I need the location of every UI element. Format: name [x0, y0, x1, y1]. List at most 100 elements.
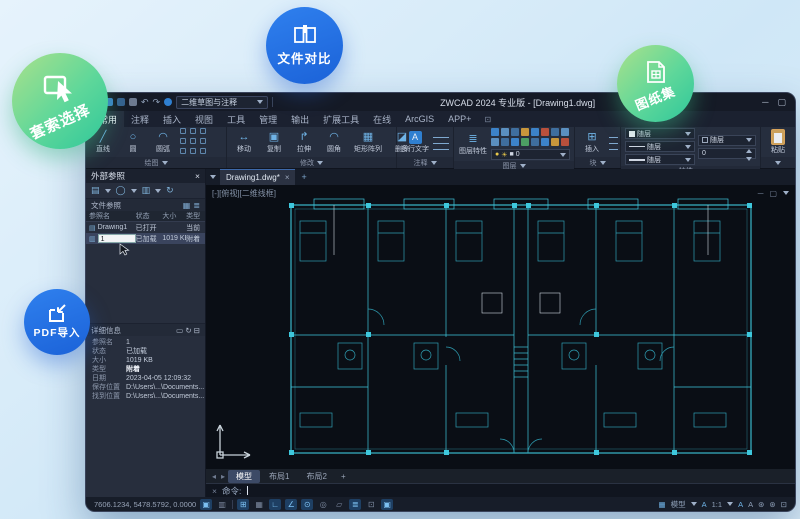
col-size[interactable]: 大小: [162, 211, 186, 221]
tab-layout1[interactable]: 布局1: [261, 470, 297, 483]
command-line[interactable]: × 命令:: [206, 483, 795, 497]
close-icon[interactable]: ×: [212, 486, 217, 496]
chevron-down-icon[interactable]: [155, 188, 162, 196]
minimize-button[interactable]: ─: [762, 97, 768, 108]
feature-badge-sheet-set[interactable]: 图纸集: [617, 45, 694, 122]
circle-button[interactable]: ○ 圆: [120, 131, 146, 154]
spinner-up-icon[interactable]: [746, 145, 752, 153]
drawing-canvas[interactable]: [-][俯视][二维线框] ─ ▢: [206, 185, 795, 469]
snap-toggle[interactable]: ⊞: [237, 498, 250, 510]
paper-space-icon[interactable]: ▥: [216, 499, 228, 510]
block-tools[interactable]: [609, 134, 618, 150]
draw-group-label[interactable]: 绘图: [86, 157, 226, 168]
details-refresh-icon[interactable]: ↻: [185, 326, 191, 335]
open-icon[interactable]: [117, 98, 125, 106]
selectioncycling-toggle[interactable]: ▣: [381, 498, 394, 510]
ortho-toggle[interactable]: ∟: [269, 498, 282, 510]
array-button[interactable]: ▦ 矩形阵列: [351, 131, 385, 154]
copy-button[interactable]: ▣ 复制: [261, 131, 287, 154]
tab-express-tools[interactable]: 扩展工具: [316, 111, 366, 127]
arc-button[interactable]: ◠ 圆弧: [150, 131, 176, 154]
stretch-button[interactable]: ↱ 拉伸: [291, 131, 317, 154]
tab-app-plus[interactable]: APP+: [441, 111, 478, 127]
chevron-down-icon[interactable]: [690, 502, 697, 509]
feature-badge-pdf-import[interactable]: PDF导入: [24, 289, 90, 355]
attach-pdf-icon[interactable]: ▥: [142, 185, 151, 196]
mtext-button[interactable]: A 多行文字: [401, 130, 429, 154]
chevron-down-icon[interactable]: [783, 191, 789, 198]
tab-manage[interactable]: 管理: [252, 111, 284, 127]
tab-output[interactable]: 输出: [284, 111, 316, 127]
close-icon[interactable]: ×: [285, 173, 290, 182]
feature-badge-file-compare[interactable]: 文件对比: [266, 7, 343, 84]
layer-tools[interactable]: [491, 128, 570, 147]
refresh-icon[interactable]: ↻: [166, 185, 174, 196]
xref-row-drawing1[interactable]: ▤ Drawing1 已打开 当前: [86, 222, 205, 233]
color-dropdown[interactable]: 随层: [625, 128, 695, 139]
viewport-controls[interactable]: [-][俯视][二维线框]: [212, 188, 276, 199]
tab-tools[interactable]: 工具: [220, 111, 252, 127]
fillet-button[interactable]: ◠ 圆角: [321, 131, 347, 154]
vp-restore-icon[interactable]: ▢: [769, 189, 777, 198]
redo-icon[interactable]: ↷: [153, 98, 161, 107]
insert-block-button[interactable]: ⊞ 插入: [579, 131, 605, 154]
tab-insert[interactable]: 插入: [156, 111, 188, 127]
cloud-icon[interactable]: [164, 98, 173, 106]
col-reference-name[interactable]: 参照名: [86, 211, 136, 221]
feature-badge-lasso[interactable]: 套索选择: [12, 53, 108, 149]
transparency-value-spinner[interactable]: 0: [698, 145, 756, 161]
ribbon-options-icon[interactable]: ⊡: [478, 111, 497, 127]
draw-more-tools[interactable]: [180, 128, 208, 156]
details-collapse-icon[interactable]: ⊟: [194, 326, 200, 335]
annotate-group-label[interactable]: 注释: [397, 157, 453, 168]
attach-image-icon[interactable]: ◯: [116, 185, 126, 196]
autoscale-icon[interactable]: A: [748, 500, 753, 509]
block-group-label[interactable]: 块: [575, 157, 620, 168]
file-tab-drawing1[interactable]: Drawing1.dwg* ×: [220, 169, 296, 185]
tree-view-icon[interactable]: ≣: [193, 201, 200, 210]
annotation-visibility-icon[interactable]: A: [738, 500, 743, 509]
print-icon[interactable]: [129, 98, 137, 106]
chevron-down-icon[interactable]: [727, 502, 734, 509]
tab-annotate[interactable]: 注释: [124, 111, 156, 127]
new-tab-icon[interactable]: +: [297, 169, 310, 185]
workspace-gear-icon[interactable]: ⊛: [758, 500, 764, 509]
settings-gear-icon[interactable]: ⊛: [769, 500, 775, 509]
move-button[interactable]: ↔ 移动: [231, 131, 257, 154]
otrack-toggle[interactable]: ◎: [317, 499, 329, 510]
vp-minimize-icon[interactable]: ─: [758, 189, 764, 198]
spinner-down-icon[interactable]: [746, 156, 752, 164]
annotation-scale-value[interactable]: 1:1: [712, 500, 722, 509]
layer-properties-button[interactable]: ≣ 图层特性: [458, 133, 488, 156]
linetype-dropdown[interactable]: 随层: [625, 141, 695, 152]
layout-nav-left-icon[interactable]: ◂: [210, 472, 218, 481]
grid-toggle[interactable]: ▦: [253, 499, 265, 510]
attach-dwg-icon[interactable]: ▤: [91, 185, 100, 196]
polar-toggle[interactable]: ∠: [285, 498, 298, 510]
xref-name-edit-field[interactable]: 1: [97, 234, 136, 243]
details-minimize-icon[interactable]: ▭: [176, 326, 183, 335]
new-layout-icon[interactable]: +: [336, 472, 351, 481]
chevron-down-icon[interactable]: [130, 188, 137, 196]
fullscreen-icon[interactable]: ⊡: [781, 500, 787, 509]
maximize-button[interactable]: ▢: [777, 97, 786, 108]
layer-dropdown[interactable]: ● ☀ ■ 0: [491, 149, 570, 160]
model-space-icon[interactable]: ▣: [200, 498, 213, 510]
workspace-dropdown[interactable]: 二维草图与注释: [176, 95, 269, 109]
paste-button[interactable]: 粘贴: [765, 129, 791, 155]
col-type[interactable]: 类型: [186, 211, 205, 221]
tab-arcgis[interactable]: ArcGIS: [398, 111, 441, 127]
dimension-tools[interactable]: [433, 134, 449, 150]
tab-layout2[interactable]: 布局2: [298, 470, 334, 483]
col-status[interactable]: 状态: [136, 211, 163, 221]
tab-online[interactable]: 在线: [366, 111, 398, 127]
tab-view[interactable]: 视图: [188, 111, 220, 127]
osnap-toggle[interactable]: ⊙: [301, 498, 314, 510]
quickprops-toggle[interactable]: ⊡: [365, 499, 377, 510]
chevron-down-icon[interactable]: [104, 188, 111, 196]
list-view-icon[interactable]: ▦: [183, 201, 191, 210]
close-icon[interactable]: ×: [195, 171, 200, 181]
lineweight-toggle[interactable]: ▱: [333, 499, 345, 510]
layout-nav-right-icon[interactable]: ▸: [219, 472, 227, 481]
modify-group-label[interactable]: 修改: [227, 157, 396, 168]
